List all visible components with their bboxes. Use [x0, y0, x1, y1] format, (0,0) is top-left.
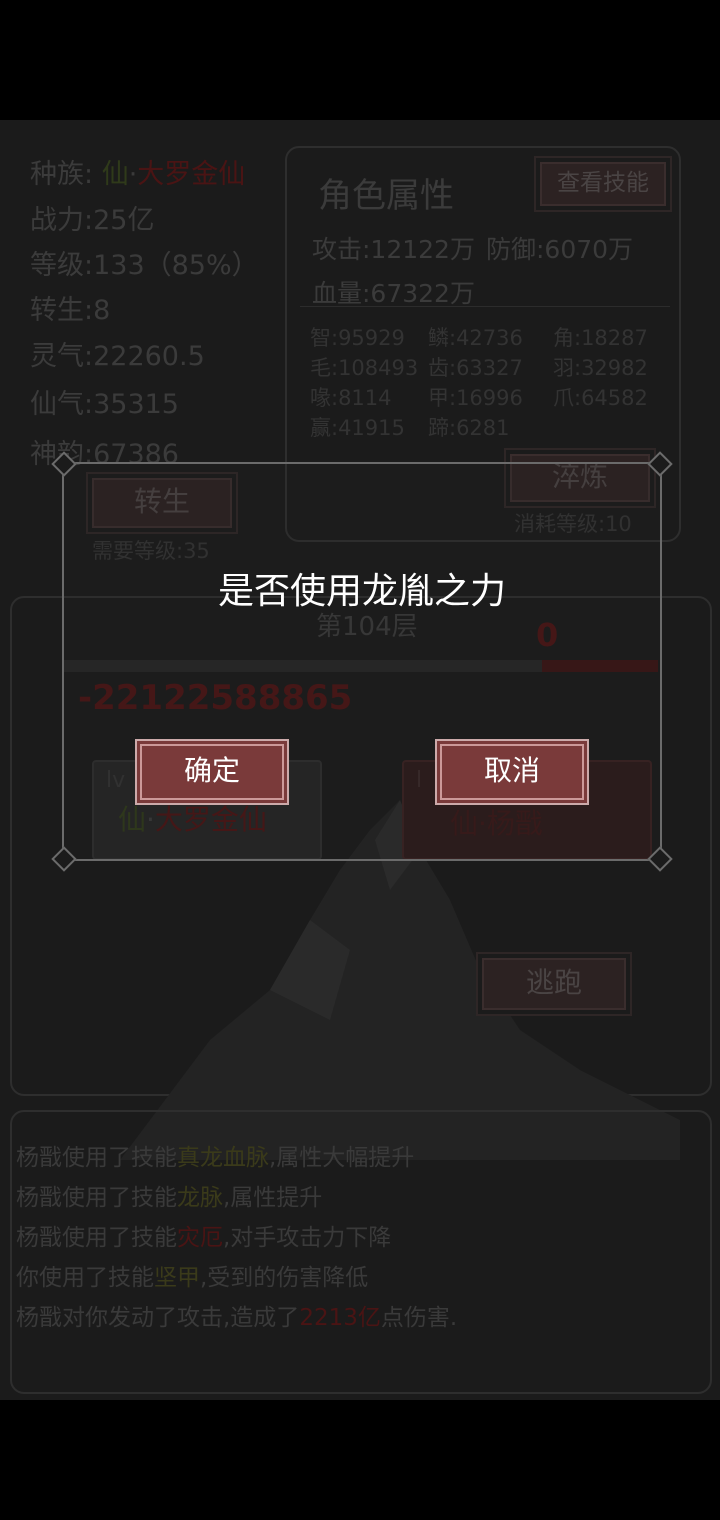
- dialog-corner: [647, 451, 673, 477]
- dialog-corner: [51, 451, 77, 477]
- confirm-button[interactable]: 确定: [140, 744, 284, 800]
- dialog-corner: [647, 846, 673, 872]
- confirm-dialog: 是否使用龙胤之力 确定 取消: [51, 451, 673, 872]
- modal-overlay: 是否使用龙胤之力 确定 取消: [0, 0, 720, 1520]
- cancel-button[interactable]: 取消: [440, 744, 584, 800]
- dialog-corner: [51, 846, 77, 872]
- dialog-title: 是否使用龙胤之力: [217, 571, 506, 612]
